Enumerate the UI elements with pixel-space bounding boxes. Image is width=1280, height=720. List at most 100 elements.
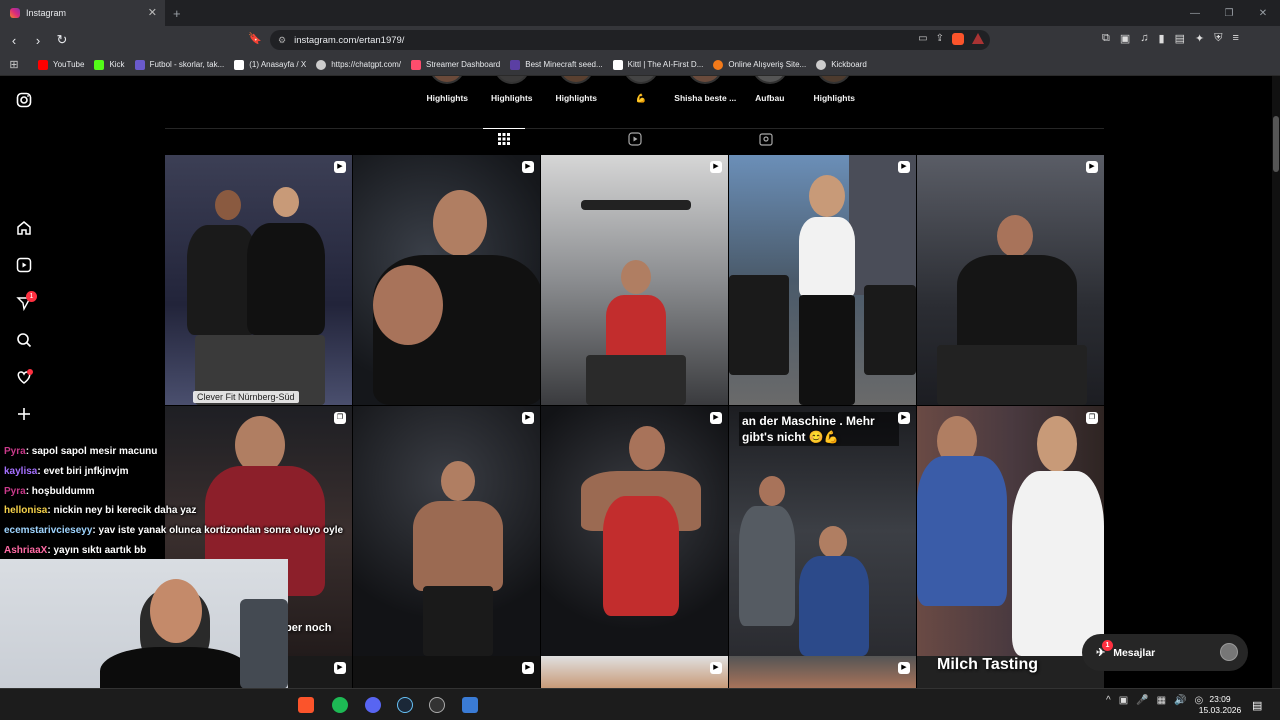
media-icon[interactable]: ♫: [1140, 32, 1148, 45]
leo-ai-icon[interactable]: ✦: [1195, 32, 1204, 45]
video-post-icon: ▶: [1086, 161, 1098, 173]
video-post-icon: ▶: [710, 161, 722, 173]
app-taskbar-icon[interactable]: [462, 697, 478, 713]
close-tab-icon[interactable]: ✕: [148, 6, 157, 19]
apps-grid-icon[interactable]: ⊞: [0, 58, 28, 71]
highlight-item[interactable]: Aufbau: [738, 76, 803, 104]
post-tile[interactable]: ▶: [353, 656, 540, 688]
steam-taskbar-icon[interactable]: [397, 697, 413, 713]
spotify-taskbar-icon[interactable]: [332, 697, 348, 713]
heart-notifications-icon[interactable]: [14, 369, 34, 389]
post-tile[interactable]: an der Maschine . Mehr gibt's nicht 😊💪 ▶: [729, 406, 916, 656]
highlight-item[interactable]: Highlights: [544, 76, 609, 104]
profile-tabs: [165, 128, 1104, 154]
site-info-icon[interactable]: ⚙: [278, 35, 286, 46]
post-tile[interactable]: ❐: [917, 406, 1104, 656]
tab-reels[interactable]: [614, 132, 656, 154]
screenshot-icon[interactable]: ▣: [1120, 32, 1130, 45]
tagged-icon: [759, 133, 773, 146]
cast-icon[interactable]: ▭: [918, 33, 927, 45]
highlight-item[interactable]: Highlights: [802, 76, 867, 104]
sidebar-toggle-icon[interactable]: ▮: [1159, 32, 1165, 45]
bookmark-kickboard[interactable]: Kickboard: [816, 59, 867, 70]
highlight-item[interactable]: Highlights: [480, 76, 545, 104]
discord-taskbar-icon[interactable]: [365, 697, 381, 713]
chat-message: AshriaaX: yayın sıktı aartık bb: [4, 544, 147, 556]
chevron-up-icon[interactable]: ^: [1106, 695, 1111, 706]
taskbar-clock[interactable]: 23:09 15.03.2026: [1198, 694, 1242, 716]
post-tile[interactable]: ▶: [729, 656, 916, 688]
instagram-logo-icon[interactable]: [14, 92, 34, 112]
bookmark-shopping[interactable]: Online Alışveriş Site...: [713, 59, 806, 70]
search-icon[interactable]: [14, 332, 34, 352]
post-tile[interactable]: ▶: [541, 406, 728, 656]
bookmark-youtube[interactable]: YouTube: [38, 59, 84, 70]
extensions-icon[interactable]: ⧉: [1102, 32, 1110, 45]
window-controls: — ❐ ✕: [1178, 0, 1280, 26]
video-post-icon: ▶: [334, 662, 346, 674]
obs-taskbar-icon[interactable]: [429, 697, 445, 713]
bookmark-kick[interactable]: Kick: [94, 59, 125, 70]
close-window-icon[interactable]: ✕: [1246, 8, 1280, 19]
bookmark-minecraft[interactable]: Best Minecraft seed...: [510, 59, 603, 70]
tab-tagged[interactable]: [745, 132, 787, 154]
restore-icon[interactable]: ❐: [1212, 8, 1246, 19]
minimize-icon[interactable]: —: [1178, 8, 1212, 19]
messages-button[interactable]: ✈ 1 Mesajlar: [1082, 634, 1248, 671]
volume-icon[interactable]: 🔊: [1174, 695, 1186, 706]
create-icon[interactable]: [14, 406, 34, 426]
post-tile[interactable]: ▶: [353, 406, 540, 656]
post-tile[interactable]: ▶: [917, 155, 1104, 405]
post-tile[interactable]: ▶: [353, 155, 540, 405]
chat-message: kaylisa: evet biri jnfkjnvjm: [4, 465, 129, 477]
page-scrollbar[interactable]: [1272, 76, 1280, 688]
tab-posts[interactable]: [483, 128, 525, 150]
webcam-overlay: [0, 559, 288, 688]
direct-messages-icon[interactable]: 1: [14, 291, 37, 315]
tray-app-icon[interactable]: ▣: [1119, 695, 1128, 706]
brave-shields-icon[interactable]: [952, 33, 964, 45]
chat-message: Pyra: hoşbuldumm: [4, 485, 95, 497]
vpn-icon[interactable]: ⛨: [1214, 32, 1222, 45]
video-post-icon: ▶: [898, 412, 910, 424]
reels-icon[interactable]: [14, 257, 34, 277]
menu-icon[interactable]: ≡: [1232, 32, 1238, 45]
new-tab-icon[interactable]: +: [173, 6, 181, 21]
highlight-item[interactable]: Highlights: [415, 76, 480, 104]
post-tile[interactable]: Milch Tasting: [917, 656, 1104, 688]
post-location-tag[interactable]: Clever Fit Nürnberg-Süd: [193, 391, 299, 403]
brave-rewards-icon[interactable]: [972, 33, 984, 44]
shopping-icon: [713, 59, 724, 70]
post-tile[interactable]: ▶: [729, 155, 916, 405]
scrollbar-thumb[interactable]: [1273, 116, 1279, 172]
back-icon[interactable]: ‹: [4, 33, 24, 48]
tab-instagram[interactable]: Instagram ✕: [0, 0, 165, 26]
kickboard-icon: [816, 59, 827, 70]
share-icon[interactable]: ⇪: [936, 33, 944, 45]
bookmark-page-icon[interactable]: 🔖: [248, 32, 262, 45]
highlight-item[interactable]: Shisha beste ...: [673, 76, 738, 104]
reload-icon[interactable]: ↻: [52, 32, 72, 48]
messages-label: Mesajlar: [1113, 646, 1156, 659]
bookmark-kittl[interactable]: Kittl | The AI-First D...: [612, 59, 703, 70]
video-post-icon: ▶: [522, 662, 534, 674]
bookmark-futbol[interactable]: Futbol - skorlar, tak...: [134, 59, 224, 70]
address-bar[interactable]: ⚙ instagram.com/ertan1979/ ▭ ⇪: [270, 30, 990, 50]
post-tile[interactable]: ▶: [541, 656, 728, 688]
bookmark-streamer-dashboard[interactable]: Streamer Dashboard: [411, 59, 500, 70]
wallet-icon[interactable]: ▤: [1175, 32, 1185, 45]
brave-taskbar-icon[interactable]: [298, 697, 314, 713]
bookmark-x[interactable]: (1) Anasayfa / X: [234, 59, 306, 70]
bookmark-chatgpt[interactable]: https://chatgpt.com/: [316, 59, 401, 70]
post-tile[interactable]: ▶ Clever Fit Nürnberg-Süd: [165, 155, 352, 405]
post-tile[interactable]: ▶: [541, 155, 728, 405]
forward-icon[interactable]: ›: [28, 33, 48, 48]
highlight-item[interactable]: 💪: [609, 76, 674, 104]
home-icon[interactable]: [14, 220, 34, 240]
story-highlights: Highlights Highlights Highlights 💪 Shish…: [415, 76, 867, 104]
reels-tab-icon: [628, 132, 642, 146]
video-post-icon: ▶: [898, 161, 910, 173]
network-icon[interactable]: ▦: [1157, 695, 1166, 706]
notification-center-icon[interactable]: ▤: [1252, 699, 1262, 712]
microphone-icon[interactable]: 🎤: [1136, 695, 1148, 706]
